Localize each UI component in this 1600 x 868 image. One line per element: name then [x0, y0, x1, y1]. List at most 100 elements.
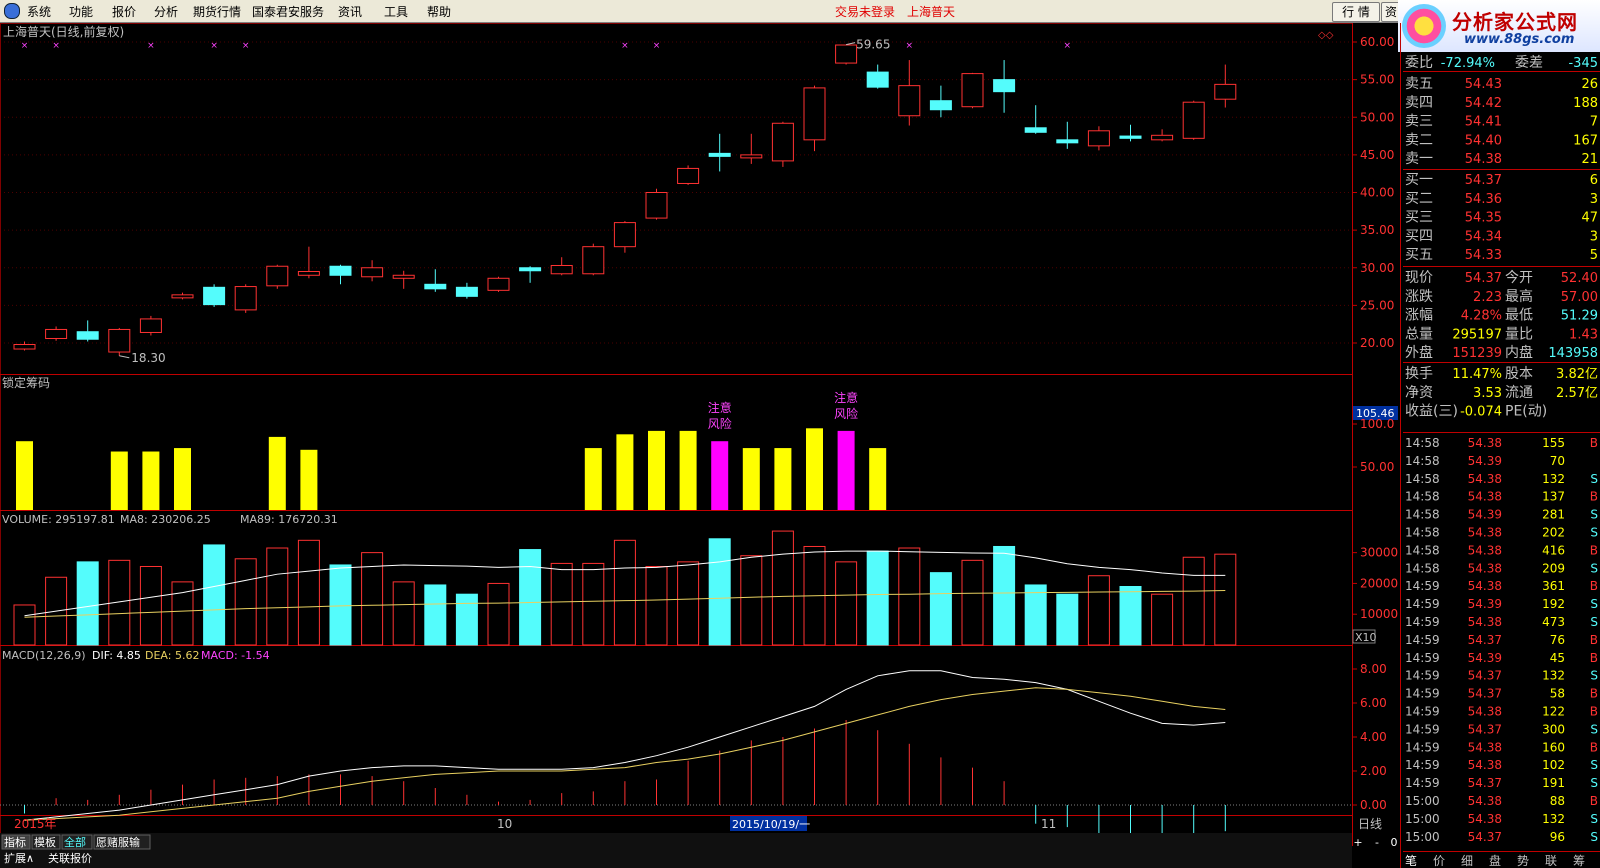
price-tick-label: 55.00 [1360, 73, 1394, 87]
chart-toggle-icon[interactable]: ◇◇ [1318, 30, 1334, 41]
volume-bar [1087, 575, 1110, 646]
volume-bar [740, 555, 763, 646]
ma8-header: MA8: 230206.25 [120, 513, 211, 526]
tick-volume: 122 [1542, 705, 1565, 719]
tick-volume: 209 [1542, 561, 1565, 575]
tick-side: B [1590, 705, 1598, 719]
panel-tab-6[interactable]: 筹 [1573, 854, 1585, 868]
tick-volume: 132 [1542, 669, 1565, 683]
stat-label-2: 内盘 [1505, 344, 1533, 361]
stat-label-2: 量比 [1505, 326, 1533, 342]
zoom-control-2[interactable]: 0 [1391, 836, 1398, 849]
warning-chip-bar [711, 441, 729, 510]
bottom-tab-1[interactable]: 模板 [34, 835, 56, 849]
volume-bar [139, 565, 162, 646]
panel-tab-3[interactable]: 盘 [1489, 853, 1501, 868]
stat-value: 151239 [1452, 346, 1502, 361]
top-signal-marker: × [906, 41, 914, 51]
tick-price: 54.38 [1468, 472, 1502, 486]
tick-price: 54.38 [1468, 543, 1502, 557]
tick-side: S [1590, 830, 1598, 844]
bid-volume: 6 [1590, 173, 1598, 188]
tick-side: B [1590, 543, 1598, 557]
volume-unit-label: X10 [1355, 631, 1377, 644]
volume-bar [771, 530, 794, 646]
tick-price: 54.38 [1468, 615, 1502, 629]
tick-time: 14:59 [1405, 705, 1440, 719]
price-tick-label: 35.00 [1360, 223, 1394, 237]
price-tick-label: 45.00 [1360, 148, 1394, 162]
bottom-tab-0[interactable]: 指标 [4, 835, 26, 849]
tick-side: S [1590, 812, 1598, 826]
stat-label-2: 最低 [1505, 308, 1533, 324]
stat-label-2: 今开 [1505, 270, 1533, 286]
candle-body [961, 73, 984, 108]
volume-bar [203, 544, 226, 646]
tick-time: 15:00 [1405, 830, 1440, 844]
lock-chip-bar [869, 448, 887, 510]
bid-volume: 5 [1590, 248, 1598, 263]
panel-tab-2[interactable]: 细 [1461, 854, 1473, 868]
stat-value-2: 52.40 [1561, 271, 1598, 286]
lock-chip-bar [142, 451, 160, 510]
tick-side: S [1590, 508, 1598, 522]
volume-bar [1024, 584, 1047, 646]
volume-tick-label: 30000 [1360, 546, 1398, 560]
panel-tab-5[interactable]: 联 [1545, 854, 1557, 868]
panel-tab-4[interactable]: 势 [1517, 854, 1529, 868]
bid-price: 54.36 [1465, 192, 1502, 207]
stat-label: 外盘 [1405, 344, 1433, 361]
stat2-value: 3.53 [1473, 386, 1502, 401]
ask-volume: 188 [1573, 96, 1598, 111]
tick-price: 54.37 [1468, 669, 1502, 683]
top-signal-marker: × [210, 41, 218, 51]
tick-price: 54.37 [1468, 722, 1502, 736]
zoom-control-0[interactable]: + [1353, 836, 1362, 849]
bid-volume: 3 [1590, 229, 1598, 244]
kline-chart-area[interactable]: 60.0055.0050.0045.0040.0035.0030.0025.00… [0, 0, 1600, 868]
lock-chip-bar [648, 430, 665, 510]
volume-bar [582, 562, 605, 646]
warning-chip-bar [837, 430, 855, 510]
tick-price: 54.38 [1468, 490, 1502, 504]
bottom-tab-2[interactable]: 全部 [64, 835, 86, 849]
volume-bar [1151, 593, 1174, 646]
tick-side: S [1590, 669, 1598, 683]
tick-time: 14:59 [1405, 740, 1440, 754]
stat-value-2: 51.29 [1561, 309, 1598, 324]
candle-body [1151, 134, 1174, 141]
ask-volume: 26 [1581, 77, 1598, 92]
date-label-year: 2015年 [14, 817, 57, 831]
bottom-tab2-1[interactable]: 关联报价 [48, 851, 92, 865]
tick-price: 54.37 [1468, 830, 1502, 844]
volume-bar [13, 604, 36, 646]
tick-side: S [1590, 526, 1598, 540]
top-signal-marker: × [52, 41, 60, 51]
zoom-control-1[interactable]: - [1375, 836, 1379, 849]
candle-body [993, 79, 1016, 93]
bottom-tab-3[interactable]: 愿赌服输 [96, 835, 140, 849]
tick-side: B [1590, 579, 1598, 593]
chart-frame [0, 23, 1353, 846]
candle-body [487, 277, 510, 291]
candle-body [645, 192, 668, 219]
tick-volume: 132 [1542, 812, 1565, 826]
panel-tab-1[interactable]: 价 [1433, 854, 1445, 868]
cursor-date-label: 2015/10/19/一 [732, 818, 810, 831]
lock-chip-bar [806, 428, 823, 510]
volume-bar [835, 561, 858, 646]
volume-bar [677, 561, 700, 646]
stat2-value-2: 3.82亿 [1556, 367, 1598, 382]
bottom-tab2-0[interactable]: 扩展∧ [4, 851, 34, 865]
candle-body [613, 222, 636, 248]
tick-price: 54.39 [1468, 597, 1502, 611]
tick-volume: 58 [1550, 687, 1565, 701]
candle-body [108, 328, 131, 353]
candle-body [139, 318, 162, 333]
panel-tab-0[interactable]: 笔 [1405, 853, 1417, 868]
candle-body [234, 286, 257, 311]
candle-body [455, 286, 478, 297]
tick-side: B [1590, 687, 1598, 701]
tick-price: 54.38 [1468, 561, 1502, 575]
tick-time: 14:58 [1405, 490, 1440, 504]
